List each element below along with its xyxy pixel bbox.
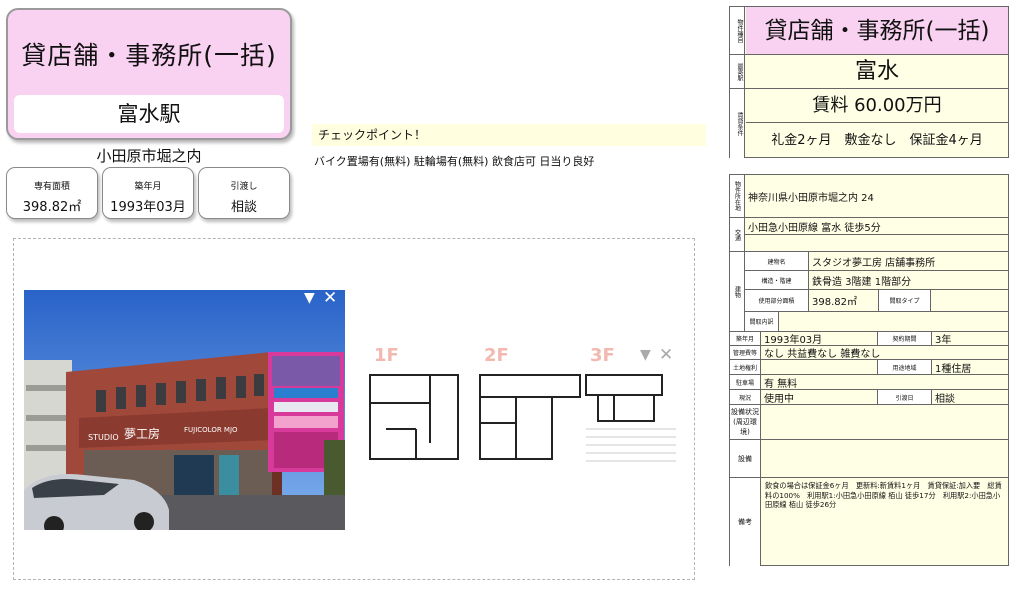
detail-contract-value: 3年 <box>935 335 952 345</box>
detail-building-name-value: スタジオ夢工房 店舗事務所 <box>812 257 936 269</box>
sign-studio-text: STUDIO <box>88 433 119 442</box>
detail-building-name-row: 建物名 スタジオ夢工房 店舗事務所 <box>745 252 1008 271</box>
sign-film-text: FUJICOLOR MJO <box>184 426 238 434</box>
detail-structure-value: 鉄骨造 3階建 1階部分 <box>812 276 912 288</box>
detail-fee-row: 管理費等 なし 共益費なし 雑費なし <box>730 346 1008 360</box>
detail-contract-label: 契約期間 <box>878 332 932 345</box>
detail-facilities-label: 設備状況(周辺環境) <box>730 405 761 439</box>
detail-land-row: 土地権利 用途地域 1種住居 <box>730 360 1008 375</box>
detail-zoning-label: 用途地域 <box>878 360 932 374</box>
detail-traffic-value: 小田急小田原線 富水 徒歩5分 <box>745 218 1008 235</box>
detail-remarks-label: 備考 <box>730 478 761 566</box>
detail-status-label: 現況 <box>730 390 761 404</box>
detail-parking-value: 有 無料 <box>764 378 798 390</box>
summary-conditions-value: 礼金2ヶ月 敷金なし 保証金4ヶ月 <box>771 133 983 148</box>
stat-built-label: 築年月 <box>134 182 162 192</box>
detail-area-row: 使用部分面積 398.82㎡ 間取タイプ <box>745 290 1008 312</box>
stat-built-value: 1993年03月 <box>110 200 186 215</box>
detail-fee-value: なし 共益費なし 雑費なし <box>764 349 881 359</box>
detail-built-label: 築年月 <box>730 332 761 345</box>
detail-fee-label: 管理費等 <box>730 346 761 359</box>
detail-address-label: 物件所在地 <box>730 175 745 217</box>
summary-table: 物件種目 貸店舗・事務所(一括) 最寄駅 富水 賃貸条件 賃料 60.00万円 … <box>729 6 1009 158</box>
close-icon[interactable]: ✕ <box>659 345 673 365</box>
summary-type-value: 貸店舗・事務所(一括) <box>746 7 1008 54</box>
stat-handover-label: 引渡し <box>230 182 258 192</box>
detail-remarks-value: 飲食の場合は保証金6ヶ月 更新料:新賃料1ヶ月 賃貸保証:加入要 総賃料の100… <box>765 481 1002 509</box>
summary-station-row: 最寄駅 富水 <box>730 55 1008 89</box>
detail-facilities-row: 設備状況(周辺環境) <box>730 405 1008 440</box>
detail-address-value: 神奈川県小田原市堀之内 24 <box>748 192 874 204</box>
detail-structure-row: 構造・階建 鉄骨造 3階建 1階部分 <box>745 271 1008 290</box>
detail-status-value: 使用中 <box>761 390 878 404</box>
detail-table: 物件所在地 神奈川県小田原市堀之内 24 交通 小田急小田原線 富水 徒歩5分 … <box>729 174 1009 566</box>
detail-handover-value: 相談 <box>935 393 955 405</box>
sign-main-text: 夢工房 <box>124 426 160 441</box>
detail-layout-detail-row: 間取内訳 <box>745 312 1008 332</box>
detail-structure-label: 構造・階建 <box>745 271 809 289</box>
summary-type-label: 物件種目 <box>730 7 745 54</box>
stat-handover: 引渡し 相談 <box>198 167 290 219</box>
detail-land-label: 土地権利 <box>730 360 761 374</box>
close-icon[interactable]: ✕ <box>323 290 337 308</box>
floor-3f-label: 3F <box>590 345 615 366</box>
floor-plan-svg: 1F 2F 3F <box>369 345 676 462</box>
stat-area-label: 専有面積 <box>33 182 70 192</box>
chevron-down-icon[interactable]: ▼ <box>640 347 651 363</box>
detail-traffic-row: 交通 小田急小田原線 富水 徒歩5分 <box>730 218 1008 252</box>
check-point-title: チェックポイント！ <box>312 124 706 146</box>
detail-equipment-label: 設備 <box>730 440 761 477</box>
summary-rent-row: 賃貸条件 賃料 60.00万円 礼金2ヶ月 敷金なし 保証金4ヶ月 <box>730 89 1008 158</box>
detail-layout-type-label: 間取タイプ <box>879 290 931 311</box>
detail-parking-row: 駐車場 有 無料 <box>730 375 1008 390</box>
photo-panel: STUDIO 夢工房 FUJICOLOR MJO ▼ ✕ 1F 2F 3F ▼ … <box>13 238 695 580</box>
detail-land-value <box>761 360 878 374</box>
property-type-heading: 貸店舗・事務所(一括) <box>21 41 277 70</box>
detail-built-row: 築年月 1993年03月 契約期間 3年 <box>730 332 1008 346</box>
detail-zoning-value: 1種住居 <box>935 363 972 375</box>
station-name: 富水駅 <box>14 95 284 133</box>
detail-parking-label: 駐車場 <box>730 375 761 389</box>
building-photo-image: STUDIO 夢工房 FUJICOLOR MJO <box>24 290 345 530</box>
summary-type-row: 物件種目 貸店舗・事務所(一括) <box>730 7 1008 55</box>
stat-built: 築年月 1993年03月 <box>102 167 194 219</box>
stat-handover-value: 相談 <box>230 200 257 215</box>
stat-area: 専有面積 398.82㎡ <box>6 167 98 219</box>
check-point-text: バイク置場有(無料) 駐輪場有(無料) 飲食店可 日当り良好 <box>314 155 595 168</box>
floor-1f-label: 1F <box>374 345 399 366</box>
detail-equipment-row: 設備 <box>730 440 1008 478</box>
summary-rent-value: 賃料 60.00万円 <box>746 89 1008 123</box>
property-title-card: 貸店舗・事務所(一括) 富水駅 <box>6 8 292 140</box>
detail-built-value: 1993年03月 <box>761 332 878 345</box>
detail-building-label: 建物 <box>730 252 745 332</box>
floor-plan-image[interactable]: 1F 2F 3F ▼ ✕ <box>366 343 686 467</box>
detail-handover-label: 引渡日 <box>878 390 932 404</box>
building-photo[interactable]: STUDIO 夢工房 FUJICOLOR MJO ▼ ✕ <box>24 290 345 530</box>
detail-address-row: 物件所在地 神奈川県小田原市堀之内 24 <box>730 175 1008 218</box>
detail-layout-detail-label: 間取内訳 <box>745 312 779 331</box>
detail-building-name-label: 建物名 <box>745 252 809 270</box>
detail-status-row: 現況 使用中 引渡日 相談 <box>730 390 1008 405</box>
address-short: 小田原市堀之内 <box>96 147 202 165</box>
summary-station-label: 最寄駅 <box>730 55 745 88</box>
detail-area-label: 使用部分面積 <box>745 290 809 311</box>
summary-station-value: 富水 <box>854 59 899 84</box>
detail-traffic-label: 交通 <box>730 218 745 251</box>
stat-area-value: 398.82㎡ <box>22 200 82 215</box>
floor-2f-label: 2F <box>484 345 509 366</box>
summary-rent-label: 賃貸条件 <box>730 89 745 158</box>
chevron-down-icon[interactable]: ▼ <box>304 290 315 306</box>
detail-area-value: 398.82㎡ <box>809 290 879 311</box>
detail-remarks-row: 備考 飲食の場合は保証金6ヶ月 更新料:新賃料1ヶ月 賃貸保証:加入要 総賃料の… <box>730 478 1008 566</box>
